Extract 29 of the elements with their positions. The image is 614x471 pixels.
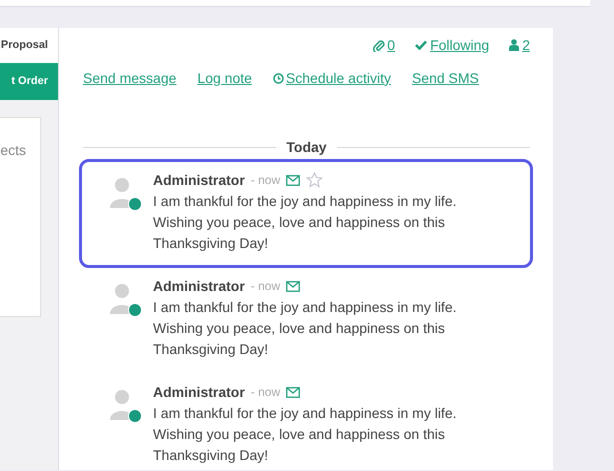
envelope-icon bbox=[286, 174, 300, 186]
action-link[interactable]: Send SMS bbox=[412, 68, 479, 88]
following-link[interactable]: Following bbox=[415, 34, 490, 56]
followers-link[interactable]: 2 bbox=[509, 34, 530, 56]
message-time: - now bbox=[250, 278, 280, 295]
message-time: - now bbox=[250, 172, 280, 189]
message-body: I am thankful for the joy and happiness in my life. Wishing you peace, love and happiness on this Thanksgiving Day! bbox=[153, 404, 458, 465]
person-icon bbox=[509, 39, 520, 51]
proposal-label: Proposal bbox=[0, 38, 48, 54]
message-time: - now bbox=[250, 384, 280, 401]
message-body: I am thankful for the joy and happiness in my life. Wishing you peace, love and happiness on this Thanksgiving Day! bbox=[153, 298, 458, 359]
star-icon[interactable] bbox=[306, 172, 324, 188]
action-link[interactable]: Send message bbox=[83, 68, 176, 88]
author-name: Administrator bbox=[153, 276, 245, 296]
message-highlight[interactable]: Administrator - now I am thankful for the joy and happiness in my life. Wishing you peace, love and happiness on this Thanksgiving Day! bbox=[79, 159, 533, 268]
panel-text: ects bbox=[0, 141, 26, 160]
clock-icon bbox=[272, 72, 284, 84]
author-name: Administrator bbox=[153, 382, 245, 402]
action-link[interactable]: Schedule activity bbox=[272, 68, 391, 88]
author-name: Administrator bbox=[153, 170, 245, 190]
message-body: I am thankful for the joy and happiness in my life. Wishing you peace, love and happiness on this Thanksgiving Day! bbox=[153, 192, 458, 253]
envelope-icon bbox=[286, 280, 300, 292]
envelope-icon bbox=[286, 386, 300, 398]
order-button[interactable]: t Order bbox=[0, 63, 58, 100]
date-divider: Today bbox=[286, 138, 327, 157]
paperclip-icon bbox=[373, 38, 386, 52]
attachments-link[interactable]: 0 bbox=[373, 34, 396, 56]
action-link[interactable]: Log note bbox=[197, 68, 252, 88]
check-icon bbox=[415, 40, 428, 50]
